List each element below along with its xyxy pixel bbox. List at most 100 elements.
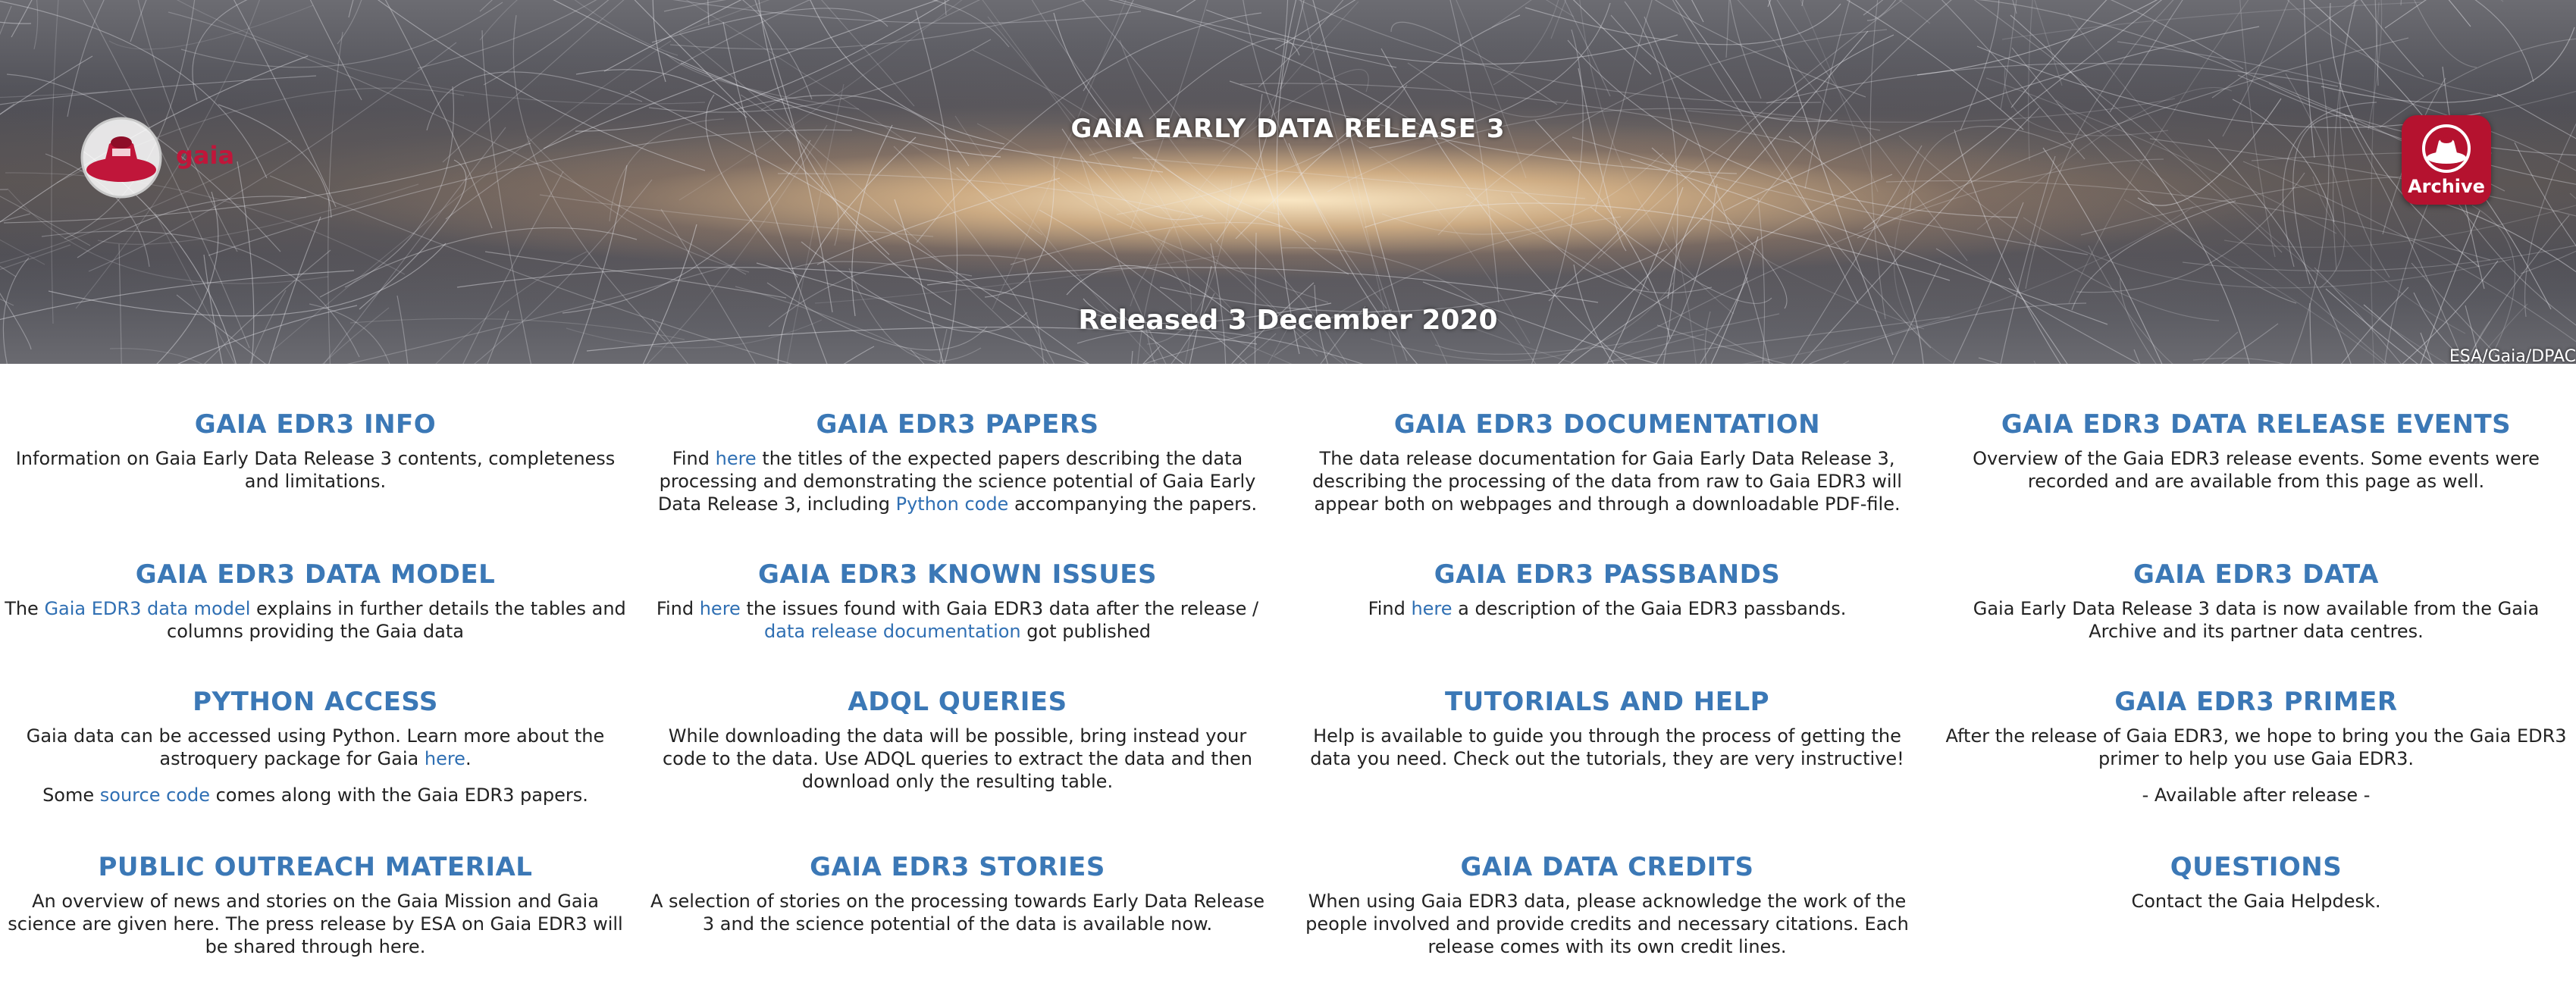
text-segment: Gaia data can be accessed using Python. … — [26, 725, 605, 769]
star-streak — [337, 0, 362, 45]
tile-title[interactable]: GAIA EDR3 STORIES — [647, 852, 1268, 882]
gaia-logo-text[interactable]: gaia — [176, 141, 234, 170]
star-streak — [1804, 0, 1851, 189]
star-streak — [2471, 205, 2516, 361]
star-streak — [1159, 249, 1668, 312]
star-streak — [108, 5, 314, 50]
tile-title[interactable]: GAIA EDR3 DOCUMENTATION — [1296, 409, 1918, 440]
star-streak — [1564, 0, 1611, 97]
star-streak — [1606, 186, 1684, 364]
tile-edr3-known-issues: GAIA EDR3 KNOWN ISSUES Find here the iss… — [647, 559, 1268, 643]
release-date: Released 3 December 2020 — [1078, 305, 1498, 336]
tile-title[interactable]: GAIA EDR3 PRIMER — [1945, 687, 2567, 717]
star-streak — [678, 0, 963, 201]
tile-edr3-info: GAIA EDR3 INFO Information on Gaia Early… — [5, 409, 626, 493]
data-model-link[interactable]: Gaia EDR3 data model — [44, 598, 250, 619]
tile-text: The Gaia EDR3 data model explains in fur… — [5, 597, 626, 643]
tile-text: Find here a description of the Gaia EDR3… — [1296, 597, 1918, 620]
star-streak — [2321, 27, 2575, 103]
star-streak — [1130, 1, 1359, 307]
star-streak — [1381, 152, 1664, 235]
tile-text: A selection of stories on the processing… — [650, 891, 1265, 935]
star-streak — [1010, 222, 1317, 265]
star-streak — [1274, 0, 1356, 50]
star-streak — [474, 179, 653, 364]
tile-title[interactable]: ADQL QUERIES — [647, 687, 1268, 717]
passbands-here-link[interactable]: here — [1411, 598, 1452, 619]
star-streak — [2500, 0, 2504, 2]
star-streak — [1205, 9, 1678, 65]
star-streak — [1863, 0, 1884, 16]
tile-text: Gaia data can be accessed using Python. … — [5, 725, 626, 770]
tile-title[interactable]: GAIA EDR3 PAPERS — [647, 409, 1268, 440]
tile-title[interactable]: GAIA EDR3 DATA MODEL — [5, 559, 626, 590]
tile-edr3-papers: GAIA EDR3 PAPERS Find here the titles of… — [647, 409, 1268, 515]
star-streak — [1407, 62, 1568, 117]
tile-title[interactable]: GAIA EDR3 KNOWN ISSUES — [647, 559, 1268, 590]
tile-text: The data release documentation for Gaia … — [1312, 448, 1902, 515]
star-streak — [378, 0, 706, 171]
tile-text: Overview of the Gaia EDR3 release events… — [1973, 448, 2540, 492]
star-streak — [2034, 0, 2063, 86]
star-streak — [1031, 0, 1318, 357]
star-streak — [109, 348, 203, 364]
availability-note: - Available after release - — [2142, 784, 2371, 806]
known-issues-here-link[interactable]: here — [700, 598, 741, 619]
star-streak — [156, 191, 219, 364]
tile-title[interactable]: GAIA EDR3 PASSBANDS — [1296, 559, 1918, 590]
tile-edr3-data: GAIA EDR3 DATA Gaia Early Data Release 3… — [1945, 559, 2567, 643]
tile-title[interactable]: GAIA EDR3 DATA RELEASE EVENTS — [1945, 409, 2567, 440]
tile-title[interactable]: TUTORIALS AND HELP — [1296, 687, 1918, 717]
star-streak — [2012, 0, 2017, 14]
star-streak — [417, 0, 597, 69]
tile-text: Find here the titles of the expected pap… — [647, 447, 1268, 515]
tile-data-credits: GAIA DATA CREDITS When using Gaia EDR3 d… — [1296, 852, 1918, 958]
star-streak — [1149, 38, 1300, 120]
star-streak — [821, 0, 915, 107]
star-streak — [1572, 0, 1652, 75]
tile-adql-queries: ADQL QUERIES While downloading the data … — [647, 687, 1268, 793]
page-title: GAIA EARLY DATA RELEASE 3 — [1070, 114, 1506, 144]
star-streak — [0, 213, 31, 223]
python-code-link[interactable]: Python code — [896, 493, 1009, 515]
star-streak — [512, 14, 666, 342]
star-streak — [2520, 250, 2576, 274]
papers-here-link[interactable]: here — [716, 448, 757, 469]
star-streak — [2569, 193, 2576, 199]
tile-title[interactable]: PUBLIC OUTREACH MATERIAL — [5, 852, 626, 882]
star-streak — [1054, 177, 1329, 303]
star-streak — [2524, 123, 2576, 318]
star-streak — [992, 0, 1127, 310]
star-streak — [2117, 41, 2576, 171]
tile-edr3-release-events: GAIA EDR3 DATA RELEASE EVENTS Overview o… — [1945, 409, 2567, 493]
star-streak — [2133, 349, 2141, 364]
archive-button[interactable]: Archive — [2402, 115, 2491, 205]
star-streak — [642, 224, 697, 364]
tile-title[interactable]: GAIA DATA CREDITS — [1296, 852, 1918, 882]
star-streak — [1082, 0, 1193, 133]
tile-text: After the release of Gaia EDR3, we hope … — [1945, 725, 2567, 769]
tile-text: Information on Gaia Early Data Release 3… — [15, 448, 616, 492]
release-documentation-link[interactable]: data release documentation — [764, 621, 1021, 642]
source-code-link[interactable]: source code — [100, 784, 210, 806]
star-streak — [575, 69, 747, 118]
star-streak — [1898, 0, 1931, 24]
content-grid: GAIA EDR3 INFO Information on Gaia Early… — [0, 409, 2576, 993]
text-segment: . — [465, 748, 472, 769]
astroquery-here-link[interactable]: here — [425, 748, 465, 769]
star-streak — [2442, 177, 2576, 326]
star-streak — [484, 251, 787, 299]
star-streak — [1039, 209, 1248, 364]
tile-text: Contact the Gaia Helpdesk. — [2131, 891, 2381, 912]
tile-title[interactable]: GAIA EDR3 INFO — [5, 409, 626, 440]
tile-title[interactable]: GAIA EDR3 DATA — [1945, 559, 2567, 590]
tile-text: An overview of news and stories on the G… — [8, 891, 623, 957]
star-streak — [2412, 194, 2576, 273]
tile-edr3-primer: GAIA EDR3 PRIMER After the release of Ga… — [1945, 687, 2567, 806]
image-credit: ESA/Gaia/DPAC — [2449, 347, 2576, 364]
tile-edr3-data-model: GAIA EDR3 DATA MODEL The Gaia EDR3 data … — [5, 559, 626, 643]
tile-title[interactable]: PYTHON ACCESS — [5, 687, 626, 717]
star-streak — [445, 0, 811, 220]
tile-title[interactable]: QUESTIONS — [1945, 852, 2567, 882]
star-streak — [77, 196, 307, 258]
